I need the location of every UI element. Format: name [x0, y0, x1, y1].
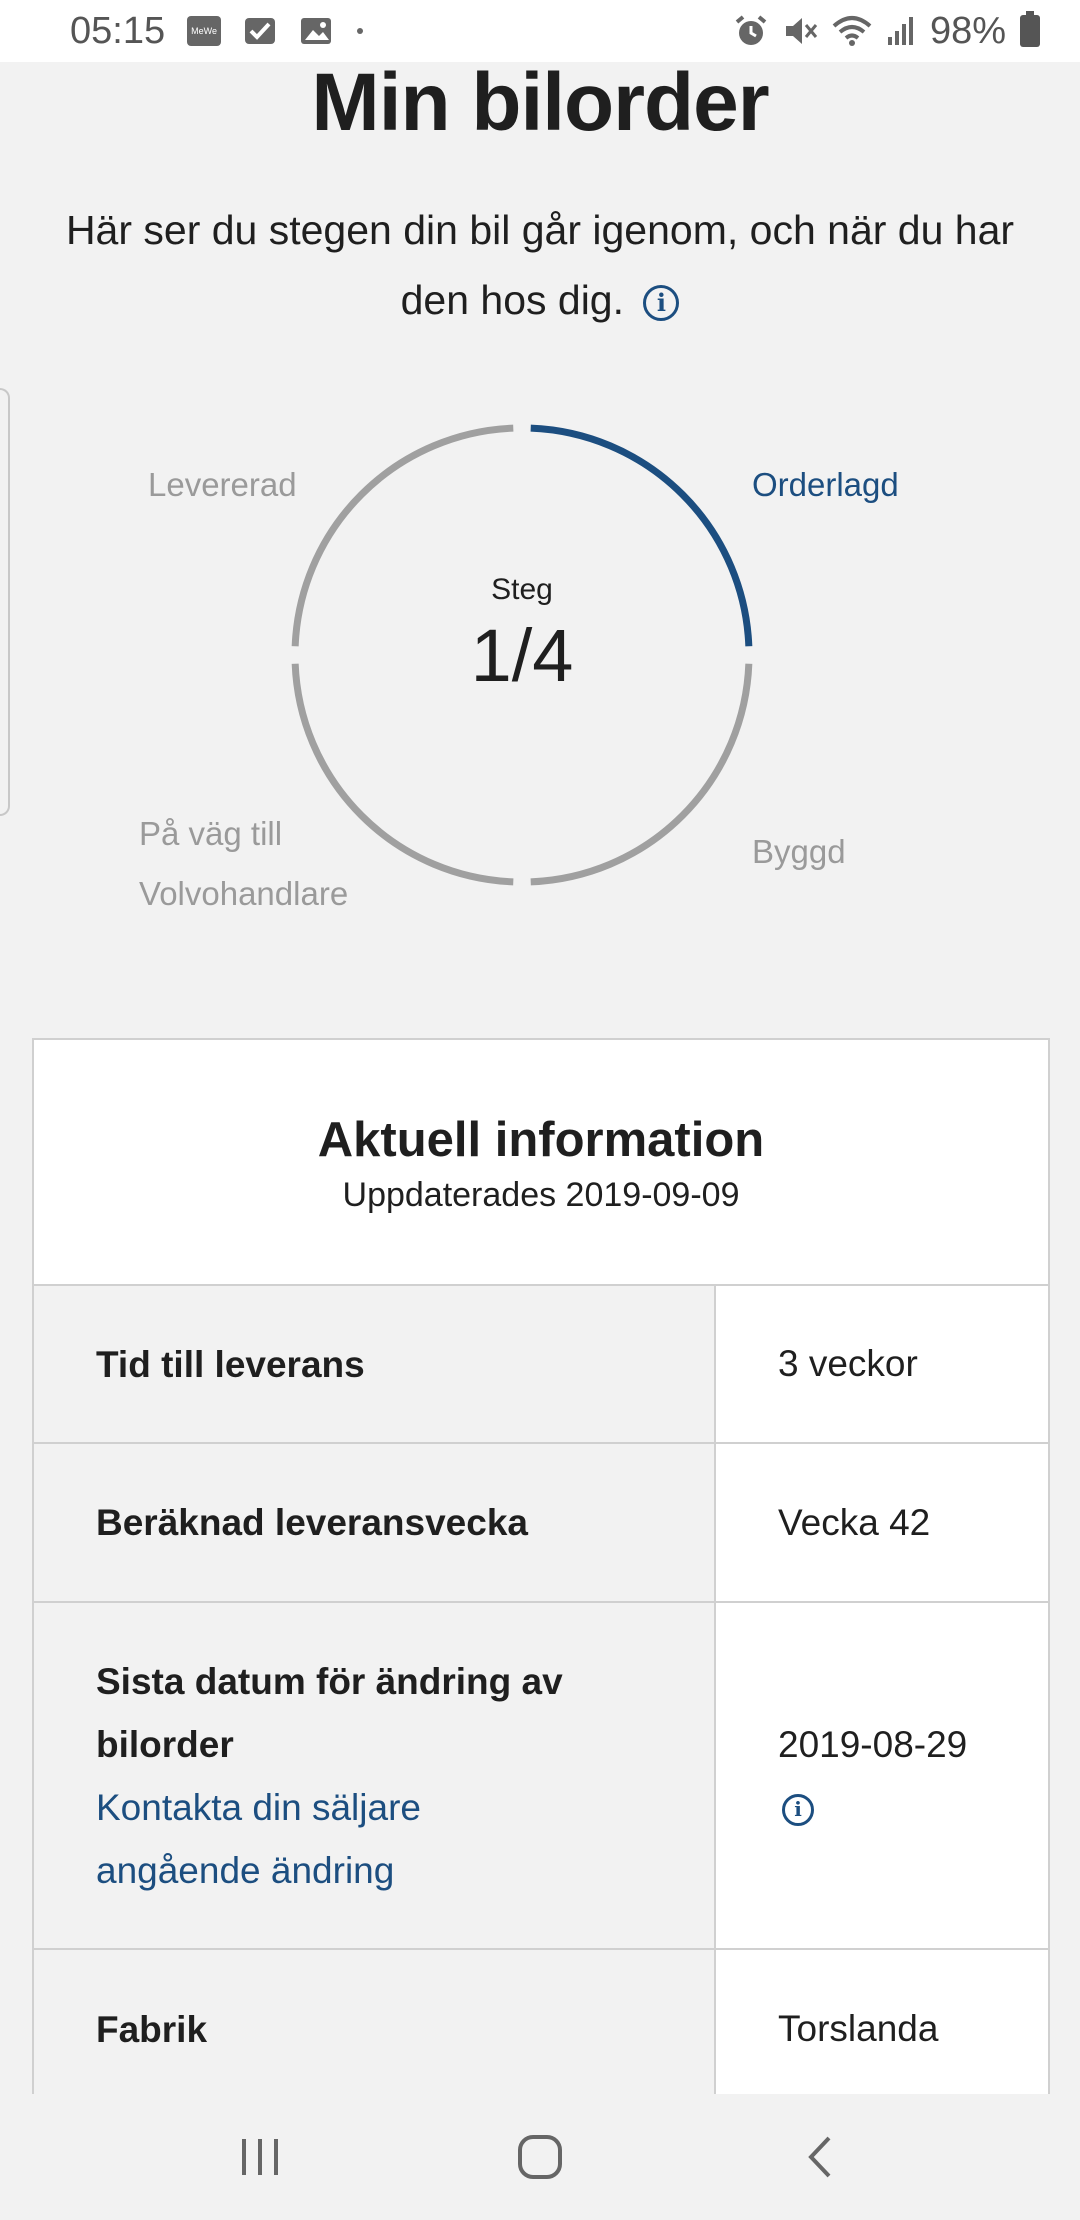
row-label: Tid till leverans: [96, 1343, 365, 1385]
step-value: 1/4: [470, 614, 574, 697]
progress-center: Steg 1/4: [285, 418, 759, 892]
info-card-header: Aktuell information Uppdaterades 2019-09…: [34, 1040, 1048, 1286]
status-right: 98%: [734, 10, 1040, 53]
table-row: Fabrik Torslanda: [34, 1950, 1048, 2098]
stage-label-byggd: Byggd: [752, 833, 846, 870]
intro-text: Här ser du stegen din bil går igenom, oc…: [30, 195, 1050, 335]
table-row: Tid till leverans 3 veckor: [34, 1286, 1048, 1444]
check-icon: [243, 16, 277, 46]
stage-label-pa-vag-line1: På väg till: [139, 815, 283, 852]
row-label-cell: Fabrik: [34, 1950, 716, 2098]
status-bar: 05:15 MeWe 98%: [0, 0, 1080, 62]
dot-icon: [355, 26, 365, 36]
row-label: Beräknad leveransvecka: [96, 1502, 528, 1543]
row-value: Vecka 42: [716, 1444, 1048, 1601]
page-title: Min bilorder: [311, 57, 769, 148]
signal-icon: [886, 15, 916, 47]
intro-copy: Här ser du stegen din bil går igenom, oc…: [65, 207, 1015, 323]
info-card-title: Aktuell information: [317, 1113, 765, 1167]
row-label-cell: Beräknad leveransvecka: [34, 1444, 716, 1601]
stage-label-orderlagd: Orderlagd: [752, 466, 899, 503]
wifi-icon: [832, 14, 872, 48]
mute-icon: [782, 14, 818, 48]
progress-ring: Steg 1/4: [285, 418, 759, 892]
row-value-cell: 2019-08-29 i: [716, 1603, 1048, 1948]
row-label: Sista datum för ändring av bilorder: [96, 1660, 563, 1765]
step-label: Steg: [491, 573, 553, 606]
row-value: 3 veckor: [716, 1286, 1048, 1442]
row-value: Torslanda: [716, 1950, 1048, 2098]
home-button[interactable]: [500, 2117, 580, 2197]
stage-label-pa-vag: På väg till Volvohandlare: [139, 804, 348, 924]
home-icon: [518, 2135, 562, 2179]
contact-seller-link[interactable]: Kontakta din säljare angående ändring: [96, 1776, 516, 1902]
table-row: Sista datum för ändring av bilorder Kont…: [34, 1603, 1048, 1950]
alarm-icon: [734, 14, 768, 48]
side-drawer-handle[interactable]: [0, 388, 10, 816]
status-left: 05:15 MeWe: [70, 10, 365, 53]
back-button[interactable]: [780, 2117, 860, 2197]
info-icon[interactable]: i: [643, 285, 680, 322]
image-icon: [299, 16, 333, 46]
stage-label-pa-vag-line2: Volvohandlare: [139, 875, 349, 912]
system-nav-bar: [0, 2094, 1080, 2220]
date-info-icon[interactable]: i: [782, 1793, 814, 1826]
recent-apps-icon: [242, 2139, 278, 2175]
row-label-cell: Tid till leverans: [34, 1286, 716, 1442]
row-label: Fabrik: [96, 2008, 208, 2050]
battery-percent: 98%: [929, 9, 1006, 52]
info-card: Aktuell information Uppdaterades 2019-09…: [32, 1038, 1050, 2098]
row-label-cell: Sista datum för ändring av bilorder Kont…: [34, 1603, 716, 1948]
back-icon: [808, 2136, 831, 2178]
row-value-wrap: 2019-08-29 i: [778, 1713, 1008, 1839]
table-row: Beräknad leveransvecka Vecka 42: [34, 1444, 1048, 1603]
clock: 05:15: [70, 9, 166, 52]
mewe-app-icon: MeWe: [187, 16, 222, 46]
recent-apps-button[interactable]: [220, 2117, 300, 2197]
row-value: 2019-08-29: [778, 1723, 968, 1765]
stage-label-levererad: Levererad: [148, 466, 297, 503]
info-card-updated: Uppdaterades 2019-09-09: [342, 1176, 740, 1214]
battery-icon: [1020, 11, 1040, 47]
